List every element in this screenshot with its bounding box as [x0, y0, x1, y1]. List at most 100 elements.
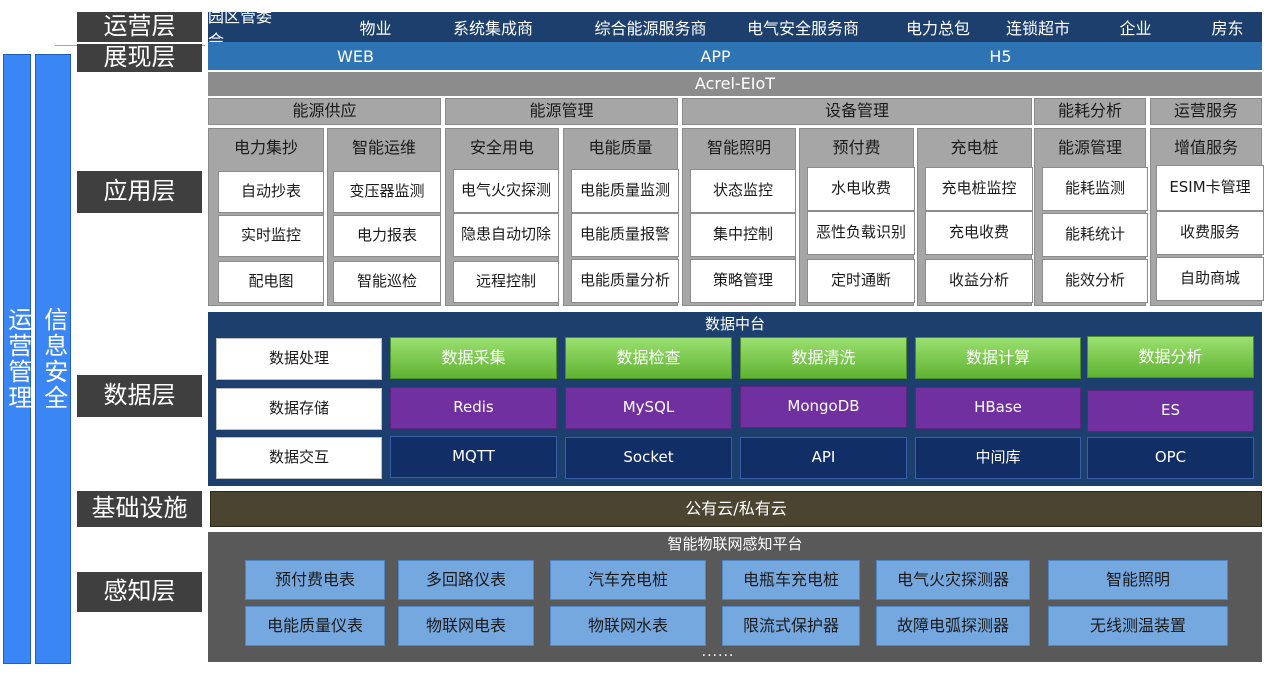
app-item: 智能巡检 [333, 261, 441, 303]
app-item: 定时通断 [807, 259, 915, 303]
app-item: 恶性负载识别 [807, 211, 915, 255]
app-column-charging-pile: 充电桩 充电桩监控 充电收费 收益分析 [917, 128, 1033, 306]
app-column-title: 智能照明 [706, 137, 771, 157]
ops-item: 房东 [1211, 19, 1244, 38]
device-item: 物联网水表 [550, 606, 706, 646]
ops-item: 电力总包 [905, 19, 970, 38]
ops-item: 园区管委会 [208, 7, 273, 50]
ops-item: 物业 [359, 19, 392, 38]
data-label-interaction: 数据交互 [216, 437, 382, 479]
device-item: 物联网电表 [398, 606, 534, 646]
layer-label-data: 数据层 [77, 375, 202, 417]
app-item: 收费服务 [1156, 211, 1264, 255]
app-item: 收益分析 [925, 259, 1033, 303]
device-item: 故障电弧探测器 [876, 606, 1030, 646]
data-process-item: 数据检查 [565, 337, 732, 379]
ops-item: 电气安全服务商 [746, 19, 859, 38]
app-item: 电气火灾探测 [453, 169, 559, 213]
app-item: 变压器监测 [333, 171, 441, 213]
app-column-prepaid: 预付费 水电收费 恶性负载识别 定时通断 [799, 128, 915, 306]
data-process-item: 数据清洗 [740, 337, 907, 379]
app-column-safe-power: 安全用电 电气火灾探测 隐患自动切除 远程控制 [445, 128, 559, 306]
category-ops-service: 运营服务 [1150, 98, 1262, 125]
ops-item: 连锁超市 [1005, 19, 1070, 38]
app-column-smart-lighting: 智能照明 状态监控 集中控制 策略管理 [682, 128, 796, 306]
app-column-title: 电能质量 [588, 137, 653, 157]
platform-bar: Acrel-EIoT [208, 72, 1262, 96]
app-item: 隐患自动切除 [453, 213, 559, 257]
storage-item: Redis [390, 387, 557, 429]
perception-platform-title: 智能物联网感知平台 [667, 535, 803, 554]
info-security-label: 信息安全 [39, 307, 68, 411]
protocol-item: Socket [565, 437, 732, 479]
ops-item: 系统集成商 [452, 19, 533, 38]
layer-label-perc: 感知层 [77, 572, 202, 612]
protocol-item: 中间库 [915, 437, 1081, 479]
category-energy-analysis: 能耗分析 [1034, 98, 1146, 125]
ops-management-label: 运营管理 [3, 307, 32, 411]
show-item-web: WEB [337, 46, 374, 66]
app-item: ESIM卡管理 [1156, 165, 1264, 211]
app-item: 策略管理 [690, 259, 796, 303]
data-process-item: 数据采集 [390, 337, 557, 379]
info-security-bar: 信息安全 [35, 54, 71, 664]
category-device-management: 设备管理 [682, 98, 1032, 125]
app-item: 自助商城 [1156, 257, 1264, 301]
app-item: 电能质量分析 [571, 259, 679, 303]
device-item: 电瓶车充电桩 [722, 560, 860, 600]
storage-item: ES [1087, 390, 1254, 432]
data-label-processing: 数据处理 [216, 338, 382, 380]
app-column-title: 充电桩 [950, 137, 999, 157]
storage-item: MySQL [565, 387, 732, 429]
category-energy-management: 能源管理 [445, 98, 678, 125]
app-column-smart-ops: 智能运维 变压器监测 电力报表 智能巡检 [327, 128, 441, 306]
app-item: 集中控制 [690, 213, 796, 257]
layer-label-show: 展现层 [77, 43, 202, 72]
app-item: 水电收费 [807, 167, 915, 211]
app-column-power-quality: 电能质量 电能质量监测 电能质量报警 电能质量分析 [563, 128, 679, 306]
app-item: 能耗统计 [1042, 213, 1148, 257]
app-item: 电能质量报警 [571, 213, 679, 257]
device-item: 汽车充电桩 [550, 560, 706, 600]
storage-item: HBase [915, 387, 1081, 429]
device-item: 智能照明 [1048, 560, 1228, 600]
cloud-bar: 公有云/私有云 [210, 491, 1262, 527]
data-process-item: 数据计算 [915, 337, 1081, 379]
show-item-h5: H5 [989, 46, 1012, 66]
device-item: 限流式保护器 [722, 606, 860, 646]
app-column-power-reading: 电力集抄 自动抄表 实时监控 配电图 [208, 128, 324, 306]
ops-row: 园区管委会 物业 系统集成商 综合能源服务商 电气安全服务商 电力总包 连锁超市… [208, 7, 1262, 50]
data-platform-title: 数据中台 [704, 315, 765, 334]
ops-item: 综合能源服务商 [594, 19, 707, 38]
app-item: 自动抄表 [218, 171, 324, 213]
device-item: 电气火灾探测器 [876, 560, 1030, 600]
app-item: 充电桩监控 [925, 167, 1033, 211]
app-column-title: 安全用电 [469, 137, 534, 157]
layer-label-infra: 基础设施 [77, 491, 202, 527]
ops-item: 企业 [1119, 19, 1152, 38]
perception-platform: 智能物联网感知平台 预付费电表 多回路仪表 汽车充电桩 电瓶车充电桩 电气火灾探… [208, 532, 1262, 662]
app-column-title: 增值服务 [1173, 137, 1238, 157]
device-item: 电能质量仪表 [245, 606, 385, 646]
app-item: 能效分析 [1042, 259, 1148, 303]
show-item-app: APP [700, 46, 731, 66]
show-row: WEB APP H5 [208, 42, 1262, 70]
app-column-title: 能源管理 [1057, 137, 1122, 157]
app-column-title: 智能运维 [351, 137, 416, 157]
data-label-storage: 数据存储 [216, 388, 382, 430]
app-column-value-added: 增值服务 ESIM卡管理 收费服务 自助商城 [1150, 128, 1264, 306]
category-energy-supply: 能源供应 [208, 98, 441, 125]
app-item: 能耗监测 [1042, 167, 1148, 211]
app-item: 充电收费 [925, 211, 1033, 255]
more-indicator: ...... [701, 643, 735, 660]
app-item: 电力报表 [333, 215, 441, 257]
app-item: 远程控制 [453, 261, 559, 303]
app-item: 电能质量监测 [571, 169, 679, 213]
protocol-item: OPC [1087, 437, 1254, 479]
ops-management-bar: 运营管理 [3, 54, 32, 664]
app-item: 实时监控 [218, 215, 324, 257]
protocol-item: MQTT [390, 436, 557, 478]
app-column-title: 预付费 [832, 137, 881, 157]
data-process-item: 数据分析 [1087, 336, 1254, 378]
app-column-title: 电力集抄 [233, 137, 298, 157]
